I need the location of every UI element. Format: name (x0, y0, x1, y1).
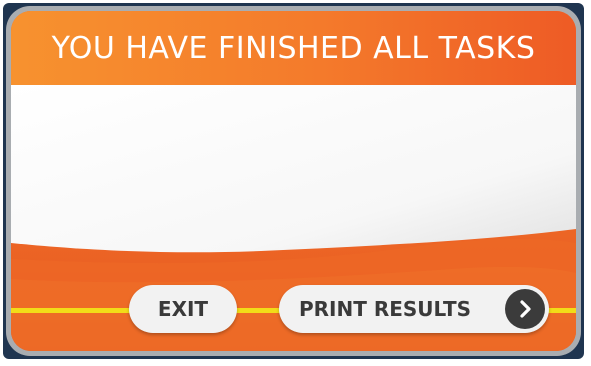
dialog-outer-border: YOU HAVE FINISHED ALL TASKS EXIT PRINT R… (3, 3, 584, 359)
completion-dialog: YOU HAVE FINISHED ALL TASKS EXIT PRINT R… (11, 11, 576, 351)
exit-button[interactable]: EXIT (129, 285, 237, 333)
chevron-right-icon (505, 289, 545, 329)
print-results-button[interactable]: PRINT RESULTS (279, 285, 549, 333)
dialog-frame: YOU HAVE FINISHED ALL TASKS EXIT PRINT R… (6, 6, 581, 356)
dialog-title: YOU HAVE FINISHED ALL TASKS (51, 31, 536, 66)
exit-button-label: EXIT (157, 297, 209, 321)
print-results-label: PRINT RESULTS (299, 297, 472, 321)
